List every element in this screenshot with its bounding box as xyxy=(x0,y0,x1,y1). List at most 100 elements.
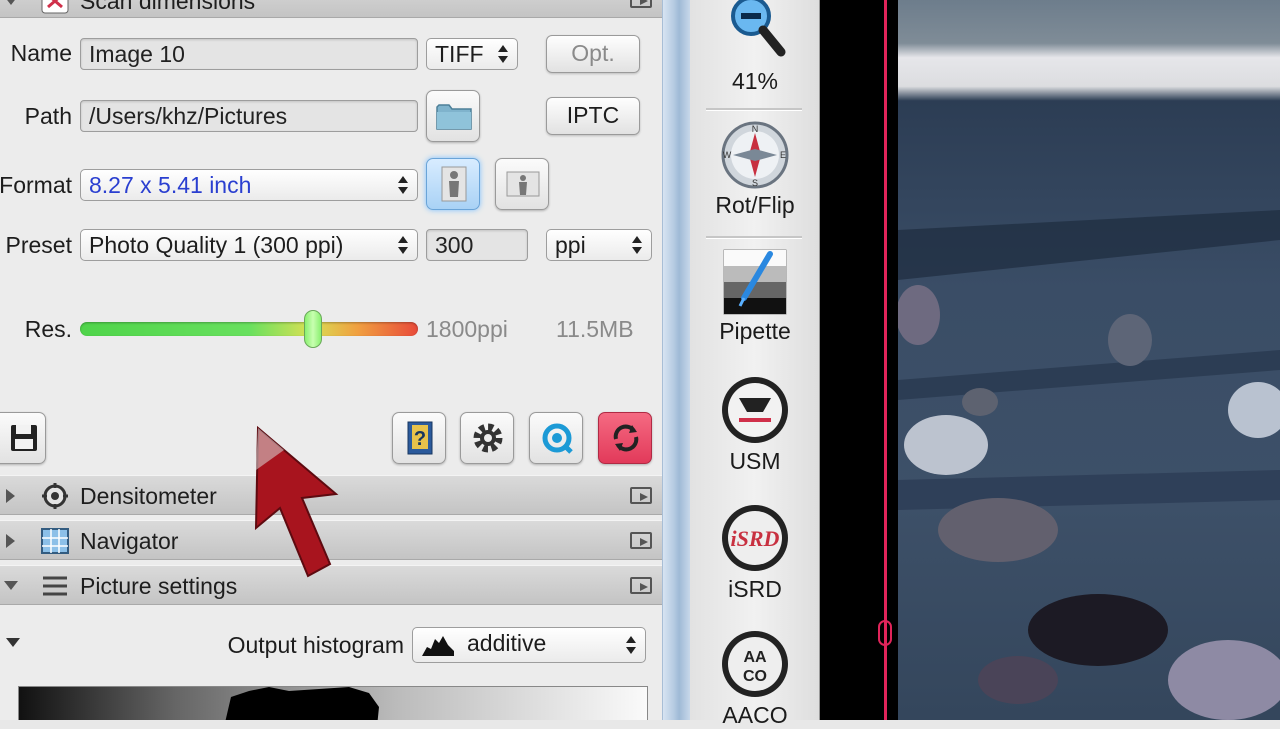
navigator-icon xyxy=(41,528,69,554)
densitometer-icon xyxy=(42,483,68,509)
resolution-slider-track[interactable] xyxy=(80,322,418,336)
section-title: Scan dimensions xyxy=(80,0,256,14)
output-histogram-graph xyxy=(18,686,648,720)
histogram-curve xyxy=(225,687,379,720)
usm-sharpen-icon xyxy=(722,377,788,443)
section-header-scan-dimensions[interactable]: Scan dimensions xyxy=(0,0,662,18)
zoom-out-magnifier-icon xyxy=(731,0,786,57)
rot-flip-label: Rot/Flip xyxy=(715,192,795,218)
preview-area[interactable] xyxy=(820,0,1280,720)
isrd-dust-removal-icon: iSRD xyxy=(722,505,788,571)
popup-arrows-icon xyxy=(398,236,408,254)
section-title: Picture settings xyxy=(80,573,238,599)
pipette-icon xyxy=(723,249,787,315)
aaco-color-optimization-icon: AA CO xyxy=(722,631,788,697)
resolution-field[interactable]: 300 xyxy=(426,229,528,261)
scan-button[interactable] xyxy=(598,412,652,464)
detach-panel-icon[interactable] xyxy=(630,0,652,8)
path-label: Path xyxy=(24,103,72,129)
scan-sync-icon xyxy=(613,424,639,452)
settings-button[interactable] xyxy=(460,412,514,464)
detach-panel-icon[interactable] xyxy=(630,532,652,549)
svg-text:W: W xyxy=(723,150,732,160)
portrait-person-icon xyxy=(441,166,467,202)
histogram-toggle-icon[interactable] xyxy=(6,638,20,647)
preset-select[interactable]: Photo Quality 1 (300 ppi) xyxy=(80,229,418,261)
isrd-label: iSRD xyxy=(728,576,782,602)
zoom-level: 41% xyxy=(731,68,779,94)
panel-scrollbar[interactable] xyxy=(662,0,690,720)
svg-text:N: N xyxy=(752,124,759,134)
zoom-tool[interactable]: 41% xyxy=(690,0,820,95)
crop-frame-left-edge[interactable] xyxy=(884,0,887,720)
path-field[interactable]: /Users/khz/Pictures xyxy=(80,100,418,132)
section-title: Densitometer xyxy=(80,483,217,509)
preset-label: Preset xyxy=(5,232,72,258)
svg-text:AA: AA xyxy=(743,649,767,666)
options-button[interactable]: Opt. xyxy=(546,35,640,73)
landscape-orientation-button[interactable] xyxy=(495,158,549,210)
svg-text:?: ? xyxy=(414,428,426,450)
histogram-mode-value: additive xyxy=(467,630,547,656)
svg-text:iSRD: iSRD xyxy=(731,526,780,551)
format-select[interactable]: 8.27 x 5.41 inch xyxy=(80,169,418,201)
gear-icon xyxy=(473,423,503,453)
landscape-person-icon xyxy=(506,171,540,197)
rot-flip-tool[interactable]: N S W E Rot/Flip xyxy=(690,118,820,219)
file-format-select[interactable]: TIFF xyxy=(426,38,518,70)
resolution-unit-select[interactable]: ppi xyxy=(546,229,652,261)
svg-text:E: E xyxy=(780,150,786,160)
popup-arrows-icon xyxy=(398,176,408,194)
format-label: Format xyxy=(0,172,72,198)
file-format-value: TIFF xyxy=(435,41,484,67)
aaco-tool[interactable]: AA CO AACO xyxy=(690,626,820,729)
portrait-orientation-button[interactable] xyxy=(426,158,480,210)
isrd-tool[interactable]: iSRD iSRD xyxy=(690,500,820,603)
scan-dimensions-icon xyxy=(41,0,69,14)
name-field[interactable]: Image 10 xyxy=(80,38,418,70)
iptc-button[interactable]: IPTC xyxy=(546,97,640,135)
toolbar-separator xyxy=(706,236,802,239)
usm-tool[interactable]: USM xyxy=(690,372,820,475)
annotation-arrow-icon xyxy=(254,425,339,578)
choose-folder-button[interactable] xyxy=(426,90,480,142)
help-button[interactable]: ? xyxy=(392,412,446,464)
file-size-readout: 11.5MB xyxy=(556,316,634,342)
resolution-ppi-readout: 1800ppi xyxy=(426,316,508,342)
preset-value: Photo Quality 1 (300 ppi) xyxy=(89,232,344,258)
floppy-disk-icon xyxy=(11,425,37,451)
save-settings-button[interactable] xyxy=(0,412,46,464)
resolution-slider-thumb[interactable] xyxy=(304,310,323,348)
resolution-unit-value: ppi xyxy=(555,232,586,258)
section-title: Navigator xyxy=(80,528,179,554)
popup-arrows-icon xyxy=(632,236,642,254)
list-lines-icon xyxy=(43,576,67,596)
svg-text:S: S xyxy=(752,178,758,188)
compass-rotate-icon: N S W E xyxy=(721,121,789,189)
aaco-label: AACO xyxy=(722,702,788,728)
collapse-triangle-icon[interactable] xyxy=(4,0,18,5)
collapse-triangle-icon[interactable] xyxy=(4,581,18,590)
tool-palette: 41% N S W E Rot/Flip Pipette USM iSRD iS… xyxy=(690,0,820,728)
preview-button[interactable] xyxy=(529,412,583,464)
preview-magnifier-icon xyxy=(542,423,573,454)
expand-triangle-icon[interactable] xyxy=(6,489,15,503)
expand-triangle-icon[interactable] xyxy=(6,534,15,548)
output-histogram-label: Output histogram xyxy=(227,632,404,658)
help-book-icon: ? xyxy=(407,421,433,455)
format-value: 8.27 x 5.41 inch xyxy=(89,172,252,198)
detach-panel-icon[interactable] xyxy=(630,487,652,504)
name-label: Name xyxy=(10,40,72,66)
folder-icon xyxy=(436,104,472,130)
preview-photo-content xyxy=(898,210,1280,720)
pipette-tool[interactable]: Pipette xyxy=(690,246,820,345)
histogram-icon xyxy=(422,636,454,656)
crop-frame-handle[interactable] xyxy=(878,620,892,646)
res-label: Res. xyxy=(24,316,72,342)
histogram-mode-select[interactable]: additive xyxy=(412,627,646,663)
detach-panel-icon[interactable] xyxy=(630,577,652,594)
svg-text:CO: CO xyxy=(743,668,767,685)
popup-arrows-icon xyxy=(498,45,508,63)
pipette-label: Pipette xyxy=(719,318,791,344)
usm-label: USM xyxy=(729,448,781,474)
